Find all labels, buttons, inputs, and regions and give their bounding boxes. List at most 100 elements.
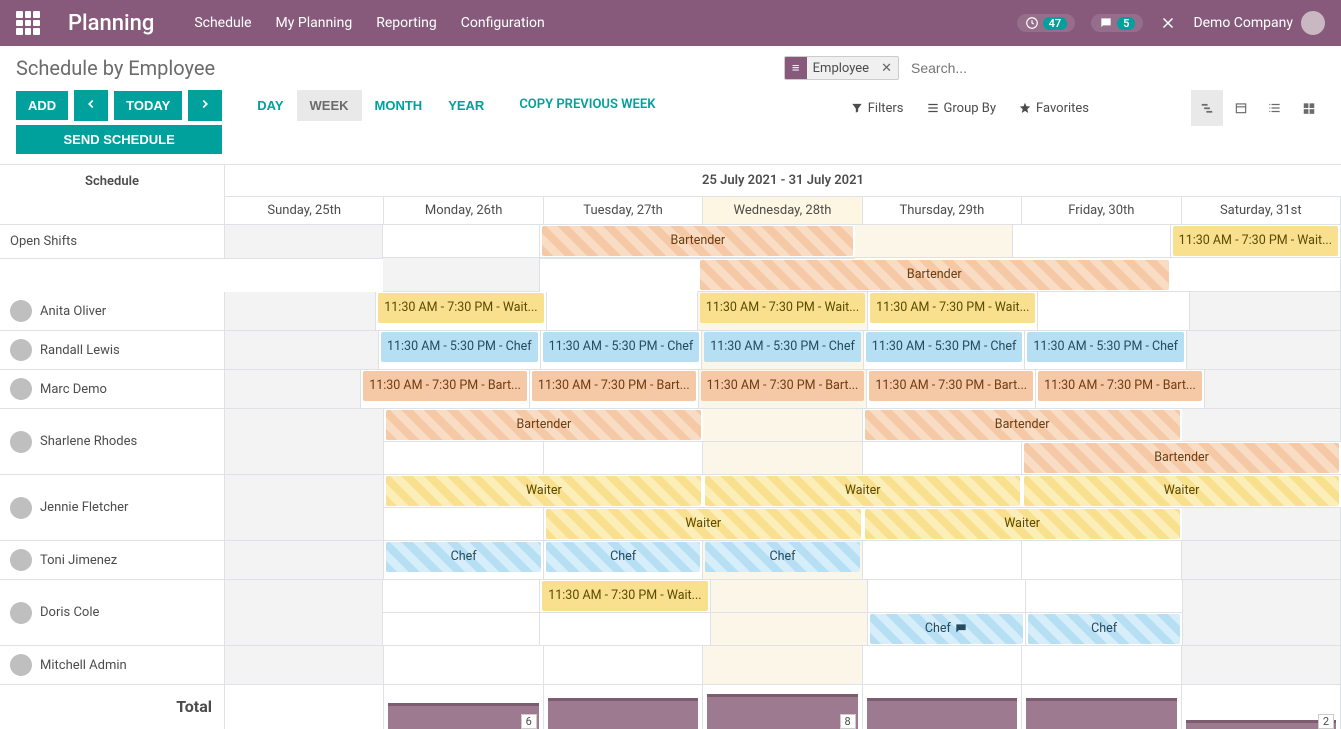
cell[interactable] bbox=[383, 613, 541, 646]
cell[interactable] bbox=[225, 541, 384, 580]
cell[interactable] bbox=[1182, 541, 1341, 580]
cell[interactable] bbox=[868, 580, 1026, 613]
shift-pill[interactable]: Waiter bbox=[386, 476, 701, 506]
cell[interactable] bbox=[540, 613, 710, 646]
calendar-view-button[interactable] bbox=[1225, 90, 1257, 126]
chat-badge[interactable]: 5 bbox=[1091, 14, 1143, 32]
cell[interactable]: 11:30 AM - 5:30 PM - Chef bbox=[702, 331, 864, 370]
cell[interactable] bbox=[540, 258, 698, 259]
cell[interactable]: Waiter bbox=[1022, 475, 1341, 508]
cell[interactable]: Chef bbox=[544, 541, 703, 580]
list-view-button[interactable] bbox=[1259, 90, 1291, 126]
cell[interactable]: Chef bbox=[384, 541, 543, 580]
cell[interactable]: 11:30 AM - 7:30 PM - Bart... bbox=[1036, 370, 1205, 409]
cell[interactable] bbox=[225, 580, 383, 646]
cell[interactable]: 11:30 AM - 7:30 PM - Wait... bbox=[868, 292, 1038, 331]
cell[interactable]: Bartender bbox=[384, 409, 703, 442]
cell[interactable] bbox=[225, 331, 379, 370]
row-open-shifts[interactable]: Open Shifts bbox=[0, 225, 225, 259]
nav-reporting[interactable]: Reporting bbox=[376, 15, 437, 31]
row-sharlene-rhodes[interactable]: Sharlene Rhodes bbox=[0, 409, 225, 475]
day-fri[interactable]: Friday, 30th bbox=[1022, 197, 1181, 224]
shift-pill[interactable]: Bartender bbox=[865, 410, 1180, 440]
shift-pill[interactable]: Chef bbox=[870, 614, 1023, 644]
cell[interactable]: 11:30 AM - 7:30 PM - Bart... bbox=[361, 370, 530, 409]
cell[interactable]: 11:30 AM - 7:30 PM - Wait... bbox=[698, 292, 868, 331]
cell[interactable] bbox=[225, 370, 361, 409]
shift-pill[interactable]: 11:30 AM - 7:30 PM - Wait... bbox=[542, 581, 707, 611]
search-input[interactable] bbox=[905, 56, 1325, 80]
cell[interactable] bbox=[1183, 580, 1341, 646]
cell[interactable]: 11:30 AM - 7:30 PM - Bart... bbox=[699, 370, 868, 409]
cell[interactable] bbox=[1205, 370, 1341, 409]
shift-pill[interactable]: 11:30 AM - 5:30 PM - Chef bbox=[381, 332, 538, 362]
shift-pill[interactable]: 11:30 AM - 7:30 PM - Wait... bbox=[1173, 226, 1338, 256]
day-tue[interactable]: Tuesday, 27th bbox=[544, 197, 703, 224]
scale-year[interactable]: YEAR bbox=[435, 90, 497, 121]
cell[interactable]: 11:30 AM - 7:30 PM - Wait... bbox=[1171, 225, 1341, 258]
day-sun[interactable]: Sunday, 25th bbox=[225, 197, 384, 224]
cell[interactable]: Waiter bbox=[384, 475, 703, 508]
shift-pill[interactable]: Waiter bbox=[546, 509, 861, 539]
today-button[interactable]: TODAY bbox=[114, 91, 182, 120]
shift-pill[interactable]: Bartender bbox=[542, 226, 853, 256]
cell[interactable] bbox=[383, 258, 541, 292]
add-button[interactable]: ADD bbox=[16, 91, 68, 120]
cell[interactable]: Waiter bbox=[863, 508, 1182, 541]
shift-pill[interactable]: Chef bbox=[386, 542, 540, 572]
cell[interactable]: 11:30 AM - 5:30 PM - Chef bbox=[379, 331, 541, 370]
cell[interactable] bbox=[863, 442, 1022, 475]
cell[interactable]: 11:30 AM - 7:30 PM - Bart... bbox=[867, 370, 1036, 409]
shift-pill[interactable]: Bartender bbox=[700, 260, 1169, 290]
cell[interactable]: Waiter bbox=[544, 508, 863, 541]
shift-pill[interactable]: Chef bbox=[546, 542, 700, 572]
shift-pill[interactable]: 11:30 AM - 7:30 PM - Bart... bbox=[363, 371, 527, 401]
day-thu[interactable]: Thursday, 29th bbox=[863, 197, 1022, 224]
activity-badge[interactable]: 47 bbox=[1017, 14, 1076, 32]
shift-pill[interactable]: 11:30 AM - 7:30 PM - Bart... bbox=[869, 371, 1033, 401]
cell[interactable]: 11:30 AM - 7:30 PM - Bart... bbox=[530, 370, 699, 409]
cell[interactable] bbox=[1190, 292, 1341, 331]
cell[interactable] bbox=[1013, 225, 1171, 258]
prev-button[interactable] bbox=[74, 90, 108, 121]
cell[interactable]: Bartender bbox=[1022, 442, 1341, 475]
shift-pill[interactable]: 11:30 AM - 7:30 PM - Bart... bbox=[532, 371, 696, 401]
cell[interactable]: Bartender bbox=[540, 225, 855, 258]
row-marc-demo[interactable]: Marc Demo bbox=[0, 370, 225, 409]
shift-pill[interactable]: Chef bbox=[1028, 614, 1181, 644]
cell[interactable]: Chef bbox=[1026, 613, 1184, 646]
shift-pill[interactable]: Waiter bbox=[865, 509, 1180, 539]
shift-pill[interactable]: 11:30 AM - 5:30 PM - Chef bbox=[704, 332, 861, 362]
shift-pill[interactable]: 11:30 AM - 7:30 PM - Bart... bbox=[1038, 371, 1202, 401]
cell[interactable] bbox=[384, 442, 543, 475]
cell[interactable] bbox=[863, 541, 1022, 580]
cell[interactable] bbox=[1182, 508, 1341, 541]
tools-icon[interactable] bbox=[1159, 14, 1177, 32]
cell[interactable] bbox=[703, 442, 862, 475]
copy-previous-week[interactable]: COPY PREVIOUS WEEK bbox=[519, 90, 655, 119]
cell[interactable] bbox=[225, 225, 383, 259]
cell[interactable]: 11:30 AM - 5:30 PM - Chef bbox=[541, 331, 703, 370]
cell[interactable]: Chef bbox=[868, 613, 1026, 646]
kanban-view-button[interactable] bbox=[1293, 90, 1325, 126]
next-button[interactable] bbox=[188, 90, 222, 121]
cell[interactable] bbox=[711, 613, 869, 646]
shift-pill[interactable]: 11:30 AM - 5:30 PM - Chef bbox=[543, 332, 700, 362]
facet-close-icon[interactable]: ✕ bbox=[875, 61, 898, 76]
cell[interactable] bbox=[711, 580, 869, 613]
gantt-view-button[interactable] bbox=[1191, 90, 1223, 126]
nav-configuration[interactable]: Configuration bbox=[461, 15, 545, 31]
shift-pill[interactable]: 11:30 AM - 5:30 PM - Chef bbox=[1027, 332, 1184, 362]
shift-pill[interactable]: Bartender bbox=[386, 410, 701, 440]
shift-pill[interactable]: Waiter bbox=[1024, 476, 1339, 506]
scale-month[interactable]: MONTH bbox=[362, 90, 436, 121]
cell[interactable]: 11:30 AM - 7:30 PM - Wait... bbox=[376, 292, 546, 331]
group-by-button[interactable]: Group By bbox=[926, 101, 997, 116]
cell[interactable] bbox=[225, 292, 376, 331]
favorites-button[interactable]: Favorites bbox=[1018, 101, 1089, 116]
nav-my-planning[interactable]: My Planning bbox=[276, 15, 353, 31]
cell[interactable]: Waiter bbox=[703, 475, 1022, 508]
row-jennie-fletcher[interactable]: Jennie Fletcher bbox=[0, 475, 225, 541]
cell[interactable] bbox=[383, 580, 541, 613]
filters-button[interactable]: Filters bbox=[850, 101, 904, 116]
